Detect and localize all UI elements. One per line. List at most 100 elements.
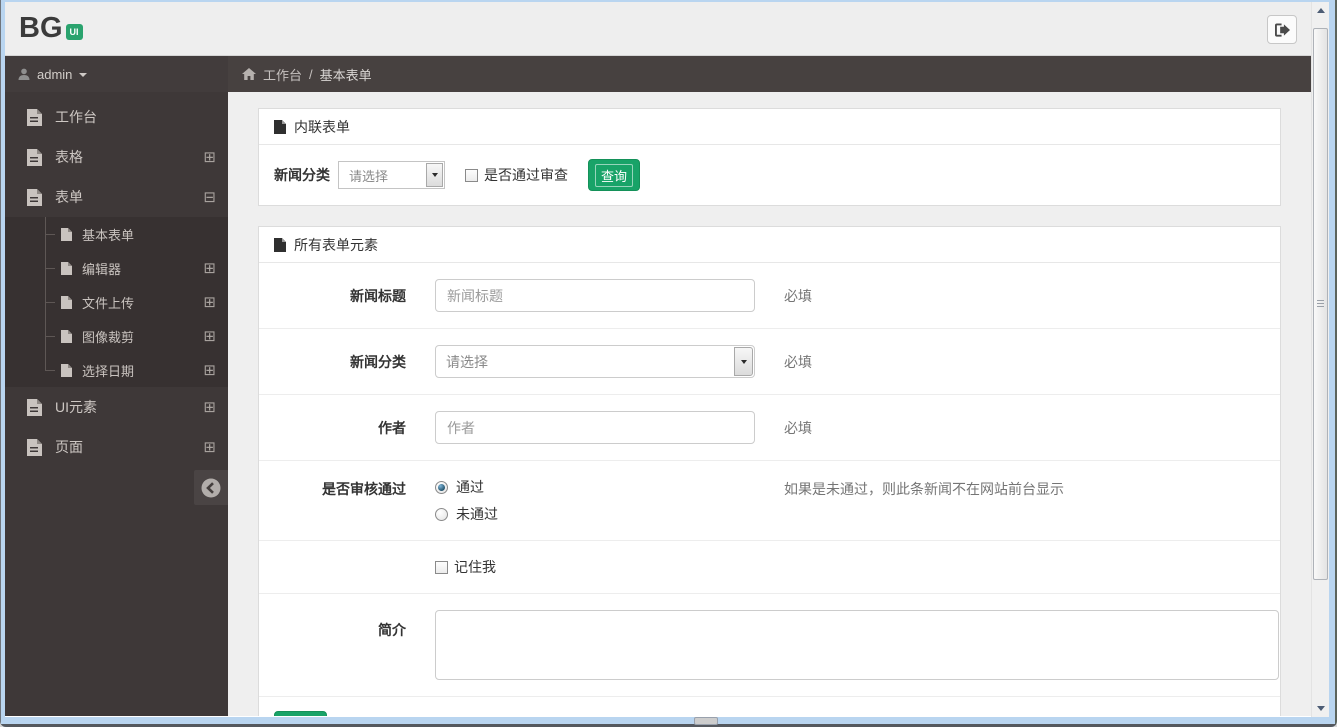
checkbox-label: 记住我 [454, 559, 496, 575]
field-label: 作者 [378, 419, 406, 436]
inline-form-panel: 内联表单 新闻分类 请选择 是否通过审查 查询 [258, 108, 1281, 206]
select-value: 请选择 [446, 353, 488, 370]
top-header: BG UI [5, 2, 1311, 56]
sidebar-item-image-crop[interactable]: 图像裁剪 ⊞ [5, 319, 228, 353]
user-menu[interactable]: admin [5, 56, 228, 92]
checkbox-label: 是否通过审查 [484, 167, 568, 183]
caret-down-icon [79, 73, 88, 77]
logo: BG [19, 12, 63, 44]
intro-textarea[interactable] [435, 610, 1279, 680]
logout-icon [1274, 22, 1290, 37]
radio-label: 未通过 [456, 506, 498, 522]
sidebar-item-label: 文件上传 [82, 295, 135, 311]
radio-option-pass[interactable]: 通过 [435, 477, 755, 497]
collapse-icon[interactable]: ⊟ [203, 190, 216, 205]
expand-icon[interactable]: ⊞ [203, 261, 216, 276]
sidebar-item-label: 基本表单 [82, 227, 135, 243]
sidebar-item-forms[interactable]: 表单 ⊟ [5, 177, 228, 217]
help-text: 如果是未通过，则此条新闻不在网站前台显示 [784, 481, 1064, 497]
scroll-down-button[interactable] [1312, 700, 1329, 717]
file-icon [61, 363, 72, 377]
scrollbar-thumb[interactable] [1313, 28, 1328, 580]
search-button[interactable]: 查询 [588, 159, 640, 191]
file-icon [61, 261, 72, 275]
main-area: 工作台 / 基本表单 内联表单 新闻分类 请选择 是否通过审查 查询 所有表单元… [228, 56, 1311, 716]
user-icon [18, 68, 30, 80]
sidebar-item-basic-form[interactable]: 基本表单 [5, 217, 228, 251]
sidebar-item-ui-elements[interactable]: UI元素 ⊞ [5, 387, 228, 427]
breadcrumb-separator: / [309, 66, 313, 82]
sidebar-item-label: 表格 [55, 149, 83, 165]
radio-unselected[interactable] [435, 507, 448, 521]
submit-button[interactable] [274, 711, 327, 716]
form-row-review-status: 是否审核通过 通过 未通过 如果是未通过，则此条新闻不在网站前台显示 [259, 461, 1280, 541]
file-icon [61, 227, 72, 241]
expand-icon[interactable]: ⊞ [203, 150, 216, 165]
sidebar-item-label: 选择日期 [82, 363, 135, 379]
form-row-author: 作者 必填 [259, 395, 1280, 461]
sidebar-item-label: UI元素 [55, 399, 97, 415]
field-label: 新闻分类 [274, 167, 330, 183]
form-row-news-title: 新闻标题 必填 [259, 263, 1280, 329]
field-label: 是否审核通过 [322, 481, 406, 497]
search-button-label: 查询 [594, 163, 633, 187]
sidebar-item-label: 工作台 [55, 109, 97, 125]
radio-label: 通过 [456, 479, 484, 495]
chevron-down-icon [740, 359, 747, 364]
file-icon [27, 188, 42, 206]
expand-icon[interactable]: ⊞ [203, 295, 216, 310]
sidebar-item-pages[interactable]: 页面 ⊞ [5, 427, 228, 467]
logout-button[interactable] [1267, 15, 1297, 44]
sidebar-collapse-button[interactable] [194, 470, 228, 505]
panel-header: 所有表单元素 [259, 227, 1280, 263]
news-category-select[interactable]: 请选择 [338, 161, 445, 189]
document-icon [274, 119, 286, 134]
expand-icon[interactable]: ⊞ [203, 363, 216, 378]
expand-icon[interactable]: ⊞ [203, 400, 216, 415]
required-note: 必填 [784, 419, 812, 436]
checkbox[interactable] [435, 560, 448, 574]
radio-option-fail[interactable]: 未通过 [435, 504, 755, 524]
checkbox[interactable] [465, 168, 478, 182]
form-row-intro: 简介 [259, 594, 1280, 697]
sidebar-submenu-forms: 基本表单 编辑器 ⊞ 文件上传 ⊞ 图像裁剪 ⊞ 选择日期 ⊞ [5, 217, 228, 387]
vertical-scrollbar[interactable] [1311, 2, 1329, 717]
field-label: 新闻标题 [350, 287, 406, 304]
pass-review-checkbox-group[interactable]: 是否通过审查 [465, 165, 568, 185]
file-icon [27, 108, 42, 126]
select-dropdown-button[interactable] [734, 347, 753, 376]
window-border-left [0, 0, 1, 727]
select-dropdown-button[interactable] [426, 163, 443, 187]
page-content: 内联表单 新闻分类 请选择 是否通过审查 查询 所有表单元素 新闻标题 新闻标题… [228, 92, 1311, 716]
breadcrumb: 工作台 / 基本表单 [228, 56, 1311, 92]
form-row-remember-me: 记住我 [259, 541, 1280, 594]
scroll-up-button[interactable] [1312, 2, 1329, 19]
radio-selected[interactable] [435, 480, 448, 494]
expand-icon[interactable]: ⊞ [203, 440, 216, 455]
all-form-elements-panel: 所有表单元素 新闻标题 必填 新闻分类 [258, 226, 1281, 716]
breadcrumb-home[interactable]: 工作台 [263, 65, 302, 84]
chevron-down-icon [431, 173, 438, 177]
window-resize-grip[interactable] [694, 717, 718, 725]
panel-header: 内联表单 [259, 109, 1280, 145]
sidebar-item-label: 编辑器 [82, 261, 122, 277]
grip-icon [1317, 300, 1324, 308]
sidebar-item-date-picker[interactable]: 选择日期 ⊞ [5, 353, 228, 387]
sidebar-item-label: 页面 [55, 439, 83, 455]
arrow-up-icon [1316, 8, 1325, 13]
file-icon [27, 398, 42, 416]
logo-ui-badge: UI [65, 23, 83, 40]
sidebar-item-file-upload[interactable]: 文件上传 ⊞ [5, 285, 228, 319]
username: admin [37, 66, 73, 82]
news-category-select-large[interactable]: 请选择 [435, 345, 755, 378]
panel-title: 内联表单 [294, 118, 350, 135]
author-input[interactable] [435, 411, 755, 444]
expand-icon[interactable]: ⊞ [203, 329, 216, 344]
sidebar-item-tables[interactable]: 表格 ⊞ [5, 137, 228, 177]
news-title-input[interactable] [435, 279, 755, 312]
document-icon [274, 237, 286, 252]
sidebar-item-label: 图像裁剪 [82, 329, 135, 345]
sidebar-item-workbench[interactable]: 工作台 [5, 97, 228, 137]
sidebar-item-editor[interactable]: 编辑器 ⊞ [5, 251, 228, 285]
remember-me-checkbox-group[interactable]: 记住我 [435, 557, 755, 577]
